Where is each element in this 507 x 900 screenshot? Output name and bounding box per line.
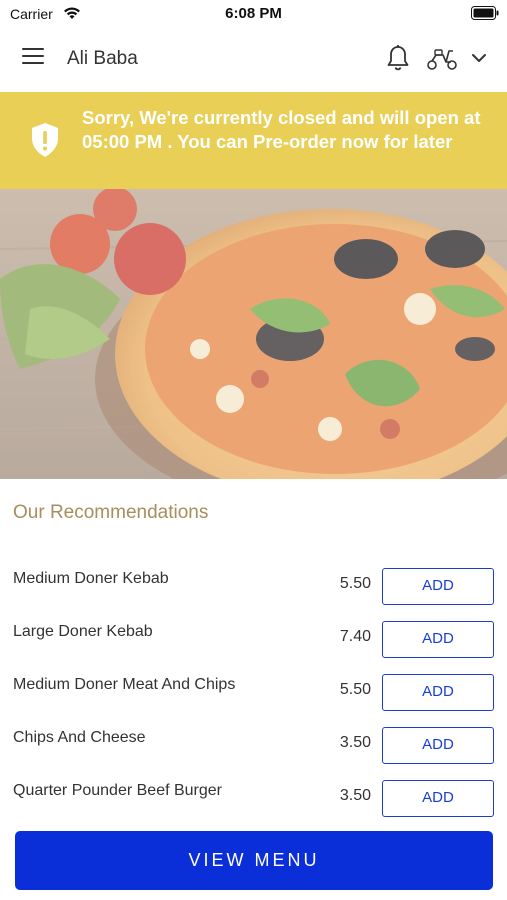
battery-icon <box>471 6 499 20</box>
clock-time: 6:08 PM <box>225 5 282 22</box>
item-price: 3.50 <box>339 734 371 751</box>
bell-icon[interactable] <box>385 44 411 72</box>
add-button[interactable]: ADD <box>382 674 494 711</box>
item-name: Large Doner Kebab <box>13 623 153 640</box>
item-price: 3.50 <box>339 787 371 804</box>
add-button[interactable]: ADD <box>382 780 494 817</box>
hero-pizza-image <box>0 189 507 479</box>
item-price: 7.40 <box>339 628 371 645</box>
list-item: Large Doner Kebab 7.40 ADD <box>0 619 507 672</box>
item-name: Chips And Cheese <box>13 729 146 746</box>
add-button[interactable]: ADD <box>382 621 494 658</box>
scooter-icon[interactable] <box>426 47 458 71</box>
status-bar: Carrier 6:08 PM <box>0 0 507 28</box>
view-menu-button[interactable]: VIEW MENU <box>15 831 493 890</box>
item-name: Medium Doner Kebab <box>13 570 169 587</box>
add-button[interactable]: ADD <box>382 727 494 764</box>
item-price: 5.50 <box>339 681 371 698</box>
closed-notice-text: Sorry, We're currently closed and will o… <box>82 107 481 152</box>
menu-icon[interactable] <box>22 48 46 70</box>
item-price: 5.50 <box>339 575 371 592</box>
app-header: Ali Baba <box>0 28 507 92</box>
item-name: Quarter Pounder Beef Burger <box>13 782 223 799</box>
list-item: Medium Doner Kebab 5.50 ADD <box>0 566 507 619</box>
restaurant-title: Ali Baba <box>67 48 138 69</box>
list-item: Medium Doner Meat And Chips 5.50 ADD <box>0 672 507 725</box>
recommendations-list: Medium Doner Kebab 5.50 ADD Large Doner … <box>0 566 507 831</box>
recommendations-heading: Our Recommendations <box>13 502 209 523</box>
closed-notice-banner: Sorry, We're currently closed and will o… <box>0 92 507 189</box>
chevron-down-icon[interactable] <box>470 51 488 65</box>
shield-alert-icon <box>32 123 58 157</box>
add-button[interactable]: ADD <box>382 568 494 605</box>
list-item: Chips And Cheese 3.50 ADD <box>0 725 507 778</box>
pizza-illustration <box>0 189 507 479</box>
list-item: Quarter Pounder Beef Burger 3.50 ADD <box>0 778 507 831</box>
item-name: Medium Doner Meat And Chips <box>13 676 236 693</box>
